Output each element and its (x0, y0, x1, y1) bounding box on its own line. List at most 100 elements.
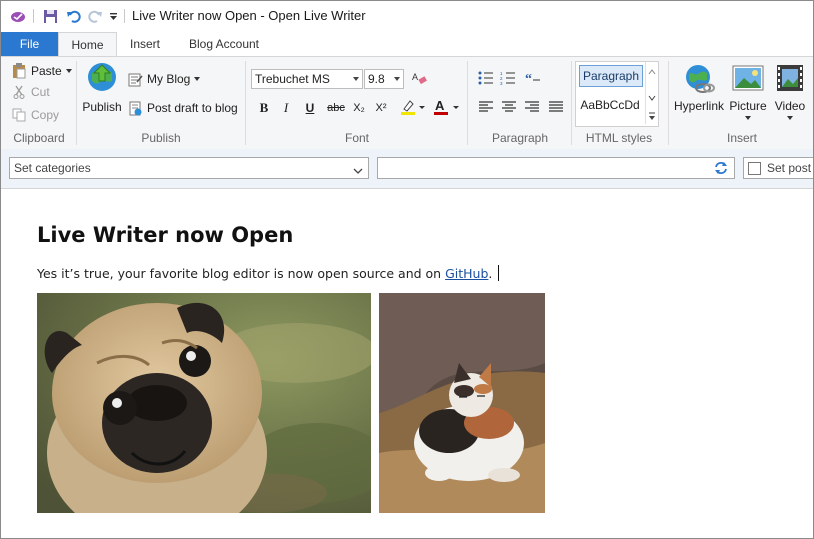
paragraph-group-label: Paragraph (491, 131, 549, 145)
font-color-icon: A (433, 98, 459, 119)
font-group-label: Font (344, 131, 369, 145)
publish-globe-icon (86, 61, 118, 93)
post-properties-bar: Set categories Set post d (1, 149, 813, 189)
bold-button[interactable]: B (254, 98, 274, 118)
paste-dropdown-icon (65, 69, 72, 73)
picture-button[interactable]: Picture (727, 63, 769, 120)
highlight-color-button[interactable] (397, 98, 427, 118)
cut-label: Cut (31, 85, 50, 99)
post-draft-button[interactable]: Post draft to blog (127, 100, 238, 116)
svg-text:A: A (435, 98, 445, 113)
font-family-value: Trebuchet MS (255, 72, 330, 86)
post-body-end: . (488, 266, 493, 281)
subscript-button[interactable]: X₂ (349, 98, 369, 118)
strikethrough-button[interactable]: abc (323, 98, 349, 118)
insert-group-label: Insert (726, 131, 757, 145)
title-bar: Live Writer now Open - Open Live Writer (1, 1, 813, 32)
tags-input[interactable] (377, 157, 735, 179)
publish-button[interactable]: Publish (81, 61, 123, 114)
svg-text:3: 3 (500, 81, 503, 85)
font-size-value: 9.8 (368, 72, 385, 86)
set-post-date-field[interactable]: Set post d (743, 157, 813, 179)
pug-image[interactable] (37, 293, 371, 513)
hyperlink-button[interactable]: Hyperlink (672, 63, 726, 113)
video-button[interactable]: Video (771, 63, 809, 120)
italic-button[interactable]: I (276, 98, 296, 118)
svg-text:A: A (412, 72, 418, 82)
styles-gallery-scroll[interactable] (645, 62, 658, 124)
save-icon[interactable] (41, 7, 59, 25)
font-color-button[interactable]: A (431, 98, 461, 118)
cat-image[interactable] (379, 293, 545, 513)
numbered-list-button[interactable]: 123 (498, 69, 518, 89)
redo-icon[interactable] (86, 7, 104, 25)
chevron-down-icon (394, 77, 400, 81)
publish-label: Publish (82, 100, 122, 114)
my-blog-label: My Blog (147, 72, 191, 86)
post-draft-icon (127, 100, 143, 116)
hyperlink-globe-icon (683, 63, 715, 95)
superscript-button[interactable]: X² (371, 98, 391, 118)
tab-insert[interactable]: Insert (119, 32, 171, 56)
publish-group-label: Publish (141, 131, 181, 145)
underline-button[interactable]: U (300, 98, 320, 118)
categories-placeholder: Set categories (14, 161, 91, 175)
video-dropdown-icon (787, 116, 793, 120)
ribbon-tabs: File Home Insert Blog Account (1, 32, 813, 57)
style-sample[interactable]: AaBbCcDd (579, 94, 641, 116)
font-size-select[interactable]: 9.8 (364, 69, 404, 89)
github-link[interactable]: GitHub (445, 266, 488, 281)
undo-icon[interactable] (64, 7, 82, 25)
align-center-icon (502, 100, 516, 116)
bullet-list-icon (478, 71, 494, 88)
post-body-text: Yes it’s true, your favorite blog editor… (37, 266, 446, 281)
post-title[interactable]: Live Writer now Open (37, 223, 293, 247)
customize-quick-access-icon[interactable] (107, 7, 119, 25)
clipboard-group-label: Clipboard (13, 131, 65, 145)
tab-home[interactable]: Home (58, 32, 117, 57)
post-body-paragraph[interactable]: Yes it’s true, your favorite blog editor… (37, 265, 500, 281)
window-title: Live Writer now Open - Open Live Writer (132, 8, 366, 23)
tab-blog-account[interactable]: Blog Account (179, 32, 269, 56)
picture-dropdown-icon (745, 116, 751, 120)
text-cursor (498, 265, 500, 281)
copy-button[interactable]: Copy (11, 107, 59, 123)
align-left-button[interactable] (476, 98, 496, 118)
tab-file[interactable]: File (1, 32, 58, 56)
categories-select[interactable]: Set categories (9, 157, 369, 179)
justify-icon (549, 100, 563, 116)
align-center-button[interactable] (499, 98, 519, 118)
svg-text:“: “ (525, 72, 532, 85)
post-draft-label: Post draft to blog (147, 101, 238, 115)
quote-icon: “ (525, 71, 541, 88)
bullet-list-button[interactable] (476, 69, 496, 89)
align-right-button[interactable] (522, 98, 542, 118)
cut-button[interactable]: Cut (11, 84, 50, 100)
highlighter-icon (399, 98, 425, 119)
blog-icon (127, 71, 143, 87)
app-logo-icon (9, 7, 27, 25)
scissors-icon (11, 84, 27, 100)
refresh-icon[interactable] (713, 161, 729, 178)
video-icon (775, 63, 805, 95)
align-left-icon (479, 100, 493, 116)
copy-icon (11, 107, 27, 123)
my-blog-button[interactable]: My Blog (127, 71, 201, 87)
editor-area[interactable]: Live Writer now Open Yes it’s true, your… (1, 189, 813, 538)
copy-label: Copy (31, 108, 60, 122)
paste-icon (11, 63, 27, 79)
paste-button[interactable]: Paste (11, 63, 72, 79)
post-date-checkbox[interactable] (748, 161, 761, 175)
clear-formatting-button[interactable]: A (409, 69, 429, 89)
align-right-icon (525, 100, 539, 116)
paste-label: Paste (31, 64, 62, 78)
post-date-label: Set post d (767, 161, 813, 175)
style-paragraph[interactable]: Paragraph (579, 65, 643, 87)
blockquote-button[interactable]: “ (523, 69, 543, 89)
html-styles-group-label: HTML styles (585, 131, 653, 145)
hyperlink-label: Hyperlink (673, 99, 724, 113)
font-family-select[interactable]: Trebuchet MS (251, 69, 363, 89)
video-label: Video (774, 99, 806, 113)
numbered-list-icon: 123 (500, 71, 516, 88)
justify-button[interactable] (546, 98, 566, 118)
